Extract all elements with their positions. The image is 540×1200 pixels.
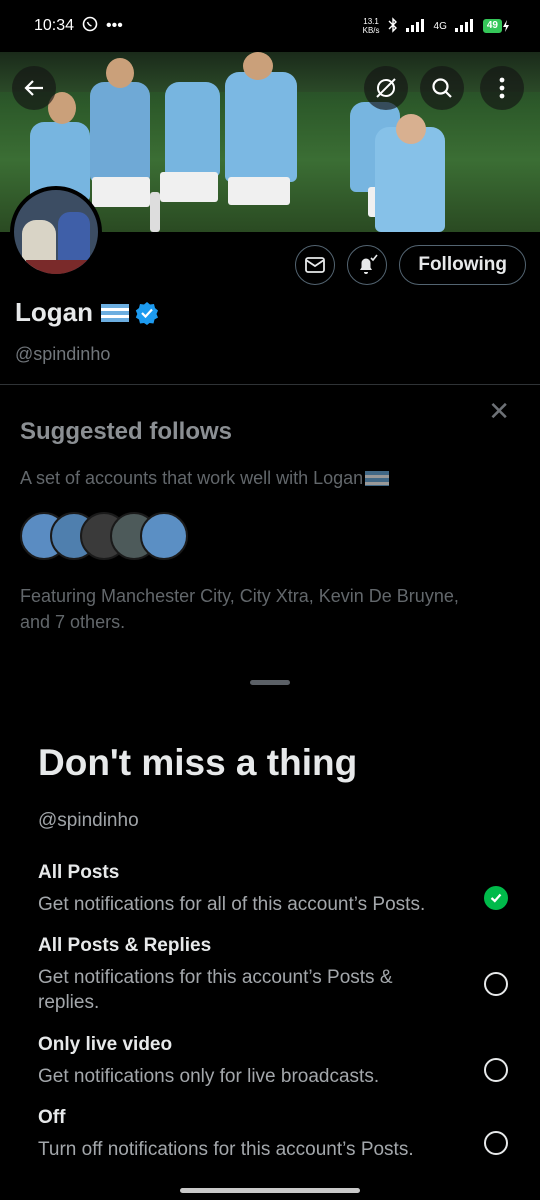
dismiss-suggestions-icon[interactable]: ✕ [488, 396, 510, 427]
status-time: 10:34 [34, 17, 75, 34]
notification-bell-button[interactable] [347, 245, 388, 285]
profile-name-row: Logan [15, 297, 159, 328]
suggested-follows-title: Suggested follows [20, 418, 233, 445]
flag-icon [101, 303, 129, 322]
grok-button[interactable] [364, 66, 408, 110]
notification-dots: ••• [106, 17, 123, 34]
suggested-follows-subtitle: A set of accounts that work well with Lo… [20, 468, 390, 489]
bell-check-icon [360, 254, 378, 274]
profile-handle: @spindinho [15, 344, 111, 364]
notification-sheet: Don't miss a thing @spindinho All Posts … [0, 662, 540, 1200]
sheet-title: Don't miss a thing [38, 742, 358, 783]
option-all-posts-replies[interactable]: All Posts & Replies Get notifications fo… [38, 935, 508, 1015]
bluetooth-icon [388, 16, 398, 36]
flag-icon [365, 471, 390, 486]
verified-badge-icon [135, 301, 158, 325]
network-type: 4G [433, 20, 447, 32]
suggested-avatar [140, 512, 188, 560]
whatsapp-icon [82, 16, 98, 37]
signal-icon [405, 18, 426, 35]
mail-icon [305, 257, 326, 273]
more-vertical-icon [499, 77, 505, 99]
message-button[interactable] [295, 245, 336, 285]
following-button[interactable]: Following [399, 245, 526, 285]
battery-icon: 49 [482, 19, 510, 33]
network-speed: 13.1 KB/s [362, 17, 380, 35]
option-all-posts[interactable]: All Posts Get notifications for all of t… [38, 862, 508, 917]
home-indicator[interactable] [180, 1188, 360, 1193]
radio-checked-icon[interactable] [484, 886, 508, 910]
grok-icon [376, 78, 396, 98]
avatar[interactable] [10, 186, 102, 278]
radio-icon[interactable] [484, 1058, 508, 1082]
more-button[interactable] [480, 66, 524, 110]
status-bar: 10:34 ••• 13.1 KB/s 4G 49 [0, 0, 540, 52]
back-arrow-icon [24, 80, 43, 96]
sheet-grabber[interactable] [250, 680, 290, 685]
suggested-avatars[interactable] [20, 512, 200, 560]
radio-icon[interactable] [484, 1131, 508, 1155]
sheet-handle: @spindinho [38, 810, 139, 831]
signal-icon-2 [454, 18, 475, 35]
suggested-featuring: Featuring Manchester City, City Xtra, Ke… [20, 586, 459, 632]
search-icon [432, 78, 452, 98]
profile-actions: Following [295, 245, 526, 285]
option-only-live-video[interactable]: Only live video Get notifications only f… [38, 1034, 508, 1089]
profile-name: Logan [15, 297, 93, 327]
radio-icon[interactable] [484, 972, 508, 996]
search-button[interactable] [420, 66, 464, 110]
option-off[interactable]: Off Turn off notifications for this acco… [38, 1107, 508, 1162]
back-button[interactable] [12, 66, 56, 110]
